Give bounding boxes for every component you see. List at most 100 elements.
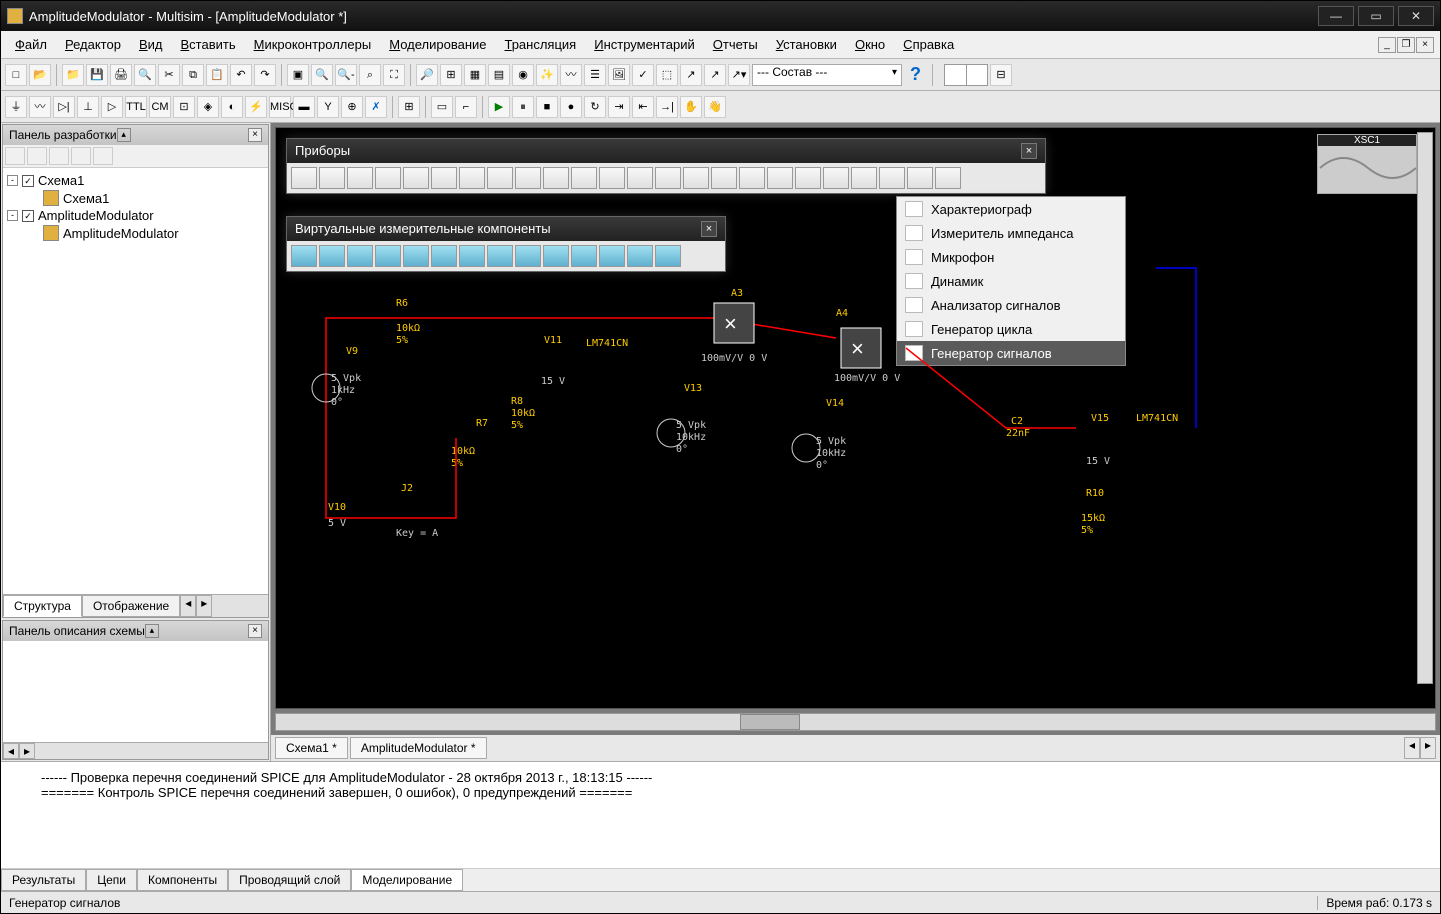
tree-checkbox[interactable]: ✓ (22, 210, 34, 222)
instrument-icon[interactable] (487, 167, 513, 189)
export2-icon[interactable]: ↗ (704, 64, 726, 86)
output-tab[interactable]: Компоненты (137, 869, 228, 891)
wand-icon[interactable]: ✨ (536, 64, 558, 86)
mdi-close[interactable]: × (1416, 37, 1434, 53)
schematic-canvas[interactable]: XSC1 Приборы× Виртуальные измерительные … (275, 127, 1436, 709)
zoomfit-icon[interactable]: ⛶ (383, 64, 405, 86)
save-icon[interactable]: 💾 (86, 64, 108, 86)
vcomp-icon[interactable] (459, 245, 485, 267)
instrument-icon[interactable] (375, 167, 401, 189)
tree-node[interactable]: AmplitudeModulator (7, 224, 264, 242)
menu-Установки[interactable]: Установки (768, 35, 845, 54)
pin-icon[interactable]: ▴ (117, 128, 131, 142)
pause-icon[interactable]: ⏸ (512, 96, 534, 118)
instrument-icon[interactable] (823, 167, 849, 189)
vcomp-icon[interactable] (599, 245, 625, 267)
desc-tab-right[interactable]: ▸ (19, 743, 35, 759)
design-tree[interactable]: -✓Схема1Схема1-✓AmplitudeModulatorAmplit… (3, 168, 268, 594)
instrument-dropdown-menu[interactable]: ХарактериографИзмеритель импедансаМикроф… (896, 196, 1126, 366)
output-tab[interactable]: Проводящий слой (228, 869, 351, 891)
instrument-icon[interactable] (571, 167, 597, 189)
electromech-icon[interactable]: ⊕ (341, 96, 363, 118)
zoomout-icon[interactable]: 🔍- (335, 64, 357, 86)
undo-icon[interactable]: ↶ (230, 64, 252, 86)
db-icon[interactable]: ▦ (464, 64, 486, 86)
instrument-icon[interactable] (879, 167, 905, 189)
instruments-toolbar[interactable]: Приборы× (286, 138, 1046, 194)
vcomp-icon[interactable] (291, 245, 317, 267)
fullscreen-icon[interactable]: ▣ (287, 64, 309, 86)
maximize-button[interactable]: ▭ (1358, 6, 1394, 26)
instrument-icon[interactable] (907, 167, 933, 189)
menu-Микроконтроллеры[interactable]: Микроконтроллеры (246, 35, 380, 54)
tree-toggle[interactable]: - (7, 210, 18, 221)
layer-combo[interactable]: --- Состав --- (752, 64, 902, 86)
tree-node[interactable]: Схема1 (7, 189, 264, 207)
menu-Трансляция[interactable]: Трансляция (496, 35, 584, 54)
instrument-icon[interactable] (347, 167, 373, 189)
ni-icon[interactable]: ✗ (365, 96, 387, 118)
mdi-minimize[interactable]: _ (1378, 37, 1396, 53)
menu-item[interactable]: Микрофон (897, 245, 1125, 269)
img-icon[interactable]: 🖼 (608, 64, 630, 86)
vcomp-icon[interactable] (627, 245, 653, 267)
step4-icon[interactable]: →| (656, 96, 678, 118)
connector-icon[interactable]: ▬ (293, 96, 315, 118)
analysis-icon[interactable]: ◉ (512, 64, 534, 86)
tab-structure[interactable]: Структура (3, 595, 82, 617)
bus-icon[interactable]: ⊞ (398, 96, 420, 118)
export3-icon[interactable]: ↗▾ (728, 64, 750, 86)
menu-item[interactable]: Генератор сигналов (897, 341, 1125, 365)
te-icon[interactable] (93, 147, 113, 165)
hier2-icon[interactable]: ⌐ (455, 96, 477, 118)
vcomp-icon[interactable] (543, 245, 569, 267)
indicator-icon[interactable]: ◐ (221, 96, 243, 118)
desc-tab-left[interactable]: ◂ (3, 743, 19, 759)
menu-Справка[interactable]: Справка (895, 35, 962, 54)
resistor-icon[interactable]: 〰 (29, 96, 51, 118)
vcomp-icon[interactable] (403, 245, 429, 267)
misc2-icon[interactable]: MISC (269, 96, 291, 118)
instrument-icon[interactable] (403, 167, 429, 189)
vcomp-icon[interactable] (347, 245, 373, 267)
simulate-switch[interactable] (944, 64, 988, 86)
find-icon[interactable]: 🔎 (416, 64, 438, 86)
power-icon[interactable]: ⚡ (245, 96, 267, 118)
pin-icon[interactable]: ▴ (145, 624, 159, 638)
save-design-icon[interactable] (49, 147, 69, 165)
tab-right[interactable]: ▸ (196, 595, 212, 617)
cut-icon[interactable]: ✂ (158, 64, 180, 86)
scope-icon[interactable]: 〰 (560, 64, 582, 86)
help-icon[interactable]: ? (904, 64, 927, 85)
menu-Инструментарий[interactable]: Инструментарий (586, 35, 703, 54)
vcomp-icon[interactable] (375, 245, 401, 267)
doctab-left[interactable]: ◂ (1404, 737, 1420, 759)
new-design-icon[interactable] (5, 147, 25, 165)
close-button[interactable]: ✕ (1398, 6, 1434, 26)
instrument-icon[interactable] (851, 167, 877, 189)
vcomp-icon[interactable] (431, 245, 457, 267)
instrument-icon[interactable] (655, 167, 681, 189)
toggle-icon[interactable]: ⊟ (990, 64, 1012, 86)
instrument-icon[interactable] (795, 167, 821, 189)
record-icon[interactable]: ● (560, 96, 582, 118)
doc-tab-ampmod[interactable]: AmplitudeModulator * (350, 737, 487, 759)
menu-Окно[interactable]: Окно (847, 35, 893, 54)
tree-toggle[interactable]: - (7, 175, 18, 186)
horizontal-scrollbar[interactable] (275, 713, 1436, 731)
minimize-button[interactable]: — (1318, 6, 1354, 26)
output-tab[interactable]: Цепи (86, 869, 137, 891)
vcomp-icon[interactable] (319, 245, 345, 267)
new-icon[interactable]: □ (5, 64, 27, 86)
vcomp-icon[interactable] (655, 245, 681, 267)
instrument-icon[interactable] (599, 167, 625, 189)
refresh-design-icon[interactable] (71, 147, 91, 165)
instrument-icon[interactable] (935, 167, 961, 189)
close-icon[interactable]: × (701, 221, 717, 237)
redo-icon[interactable]: ↷ (254, 64, 276, 86)
hand-icon[interactable]: ✋ (680, 96, 702, 118)
vcomp-icon[interactable] (571, 245, 597, 267)
doctab-right[interactable]: ▸ (1420, 737, 1436, 759)
print-icon[interactable]: 🖨 (110, 64, 132, 86)
place-icon[interactable]: ⊞ (440, 64, 462, 86)
